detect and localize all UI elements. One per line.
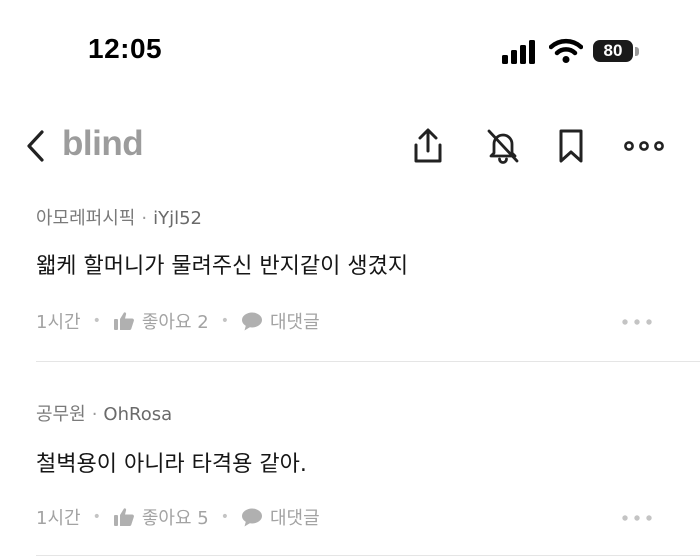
comment-text: 왧케 할머니가 물려주신 반지같이 생겼지 bbox=[36, 254, 409, 279]
action-separator: • bbox=[220, 509, 229, 525]
battery-cap bbox=[635, 47, 639, 56]
like-label: 좋아요 2 bbox=[141, 312, 209, 333]
comment-text: 철벽용이 아니라 타격용 같아. bbox=[36, 452, 307, 477]
comment-actions: 1시간 • 좋아요 2 • 대댓글 bbox=[36, 308, 320, 334]
comment-username[interactable]: OhRosa bbox=[103, 404, 172, 425]
comment-username[interactable]: iYjl52 bbox=[153, 208, 202, 229]
comment-meta: 공무원 · OhRosa bbox=[36, 400, 172, 426]
reply-label: 대댓글 bbox=[269, 312, 320, 333]
battery-icon: 80 bbox=[593, 40, 641, 64]
speech-bubble-icon bbox=[241, 508, 262, 527]
comment-divider bbox=[36, 361, 700, 362]
meta-separator: · bbox=[141, 208, 148, 229]
share-icon[interactable] bbox=[408, 126, 448, 166]
comment-company: 아모레퍼시픽 bbox=[36, 208, 136, 229]
bookmark-icon[interactable] bbox=[551, 126, 591, 166]
more-horizontal-icon[interactable] bbox=[623, 126, 665, 166]
comment-meta: 아모레퍼시픽 · iYjl52 bbox=[36, 204, 202, 230]
battery-level: 80 bbox=[593, 40, 633, 62]
app-logo[interactable]: blind bbox=[62, 124, 144, 164]
bell-off-icon[interactable] bbox=[483, 126, 523, 166]
thumbs-up-icon bbox=[113, 312, 134, 330]
comment-company: 공무원 bbox=[36, 404, 86, 425]
wifi-icon bbox=[549, 38, 583, 63]
action-separator: • bbox=[92, 313, 101, 329]
signal-icon bbox=[502, 40, 535, 64]
comment-time: 1시간 bbox=[36, 312, 81, 333]
reply-button[interactable]: 대댓글 bbox=[241, 504, 320, 530]
nav-bar: blind bbox=[0, 110, 700, 182]
like-button[interactable]: 좋아요 2 bbox=[113, 308, 209, 334]
status-time: 12:05 bbox=[88, 33, 163, 64]
reply-label: 대댓글 bbox=[269, 508, 320, 529]
more-horizontal-icon[interactable] bbox=[621, 315, 653, 329]
meta-separator: · bbox=[91, 404, 98, 425]
action-separator: • bbox=[92, 509, 101, 525]
speech-bubble-icon bbox=[241, 312, 262, 331]
comment-time: 1시간 bbox=[36, 508, 81, 529]
chevron-left-icon[interactable] bbox=[22, 128, 52, 164]
like-button[interactable]: 좋아요 5 bbox=[113, 504, 209, 530]
reply-button[interactable]: 대댓글 bbox=[241, 308, 320, 334]
action-separator: • bbox=[220, 313, 229, 329]
more-horizontal-icon[interactable] bbox=[621, 511, 653, 525]
status-bar: 12:05 80 bbox=[0, 0, 700, 100]
thumbs-up-icon bbox=[113, 508, 134, 526]
comment-actions: 1시간 • 좋아요 5 • 대댓글 bbox=[36, 504, 320, 530]
comment-divider bbox=[36, 555, 700, 556]
like-label: 좋아요 5 bbox=[141, 508, 209, 529]
